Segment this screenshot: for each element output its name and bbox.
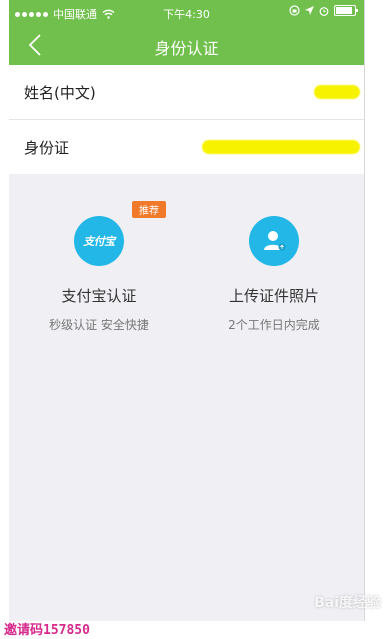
nav-bar: 身份认证 bbox=[9, 25, 364, 65]
alipay-title: 支付宝认证 bbox=[61, 287, 137, 305]
location-icon bbox=[305, 5, 314, 15]
person-upload-icon bbox=[249, 216, 299, 266]
upload-title: 上传证件照片 bbox=[228, 287, 319, 305]
invite-code-watermark: 邀请码157850 bbox=[4, 623, 90, 638]
alipay-icon-text: 支付宝 bbox=[83, 235, 115, 248]
id-label: 身份证 bbox=[24, 138, 70, 157]
person-icon bbox=[264, 231, 286, 251]
alipay-subtitle: 秒级认证 安全快捷 bbox=[49, 318, 149, 332]
lock-rotation-icon bbox=[289, 5, 300, 16]
baidu-watermark: Bai度经验 bbox=[314, 595, 381, 611]
alipay-option[interactable]: 推荐 支付宝 支付宝认证 秒级认证 安全快捷 bbox=[14, 175, 184, 333]
name-row[interactable]: 姓名(中文) bbox=[9, 65, 364, 119]
name-label: 姓名(中文) bbox=[24, 83, 96, 102]
page-title: 身份认证 bbox=[154, 39, 219, 58]
alipay-icon: 支付宝 bbox=[74, 216, 124, 266]
phone-screen: 中国联通 下午4:30 身份认证 姓名(中文) 身份证 推荐 支付宝 支付宝认证… bbox=[9, 0, 365, 621]
recommend-badge: 推荐 bbox=[132, 201, 166, 218]
name-value-redacted bbox=[314, 85, 360, 99]
id-row[interactable]: 身份证 bbox=[9, 119, 364, 174]
status-bar: 中国联通 下午4:30 bbox=[9, 0, 364, 25]
battery-icon bbox=[334, 5, 358, 16]
verification-options: 推荐 支付宝 支付宝认证 秒级认证 安全快捷 上传证件照片 2个工作日内完成 bbox=[9, 175, 364, 375]
status-right bbox=[289, 5, 358, 16]
upload-option[interactable]: 上传证件照片 2个工作日内完成 bbox=[189, 175, 359, 333]
alarm-icon bbox=[319, 6, 329, 16]
identity-form: 姓名(中文) 身份证 bbox=[9, 65, 364, 174]
upload-subtitle: 2个工作日内完成 bbox=[228, 318, 320, 332]
id-value-redacted bbox=[202, 140, 360, 154]
